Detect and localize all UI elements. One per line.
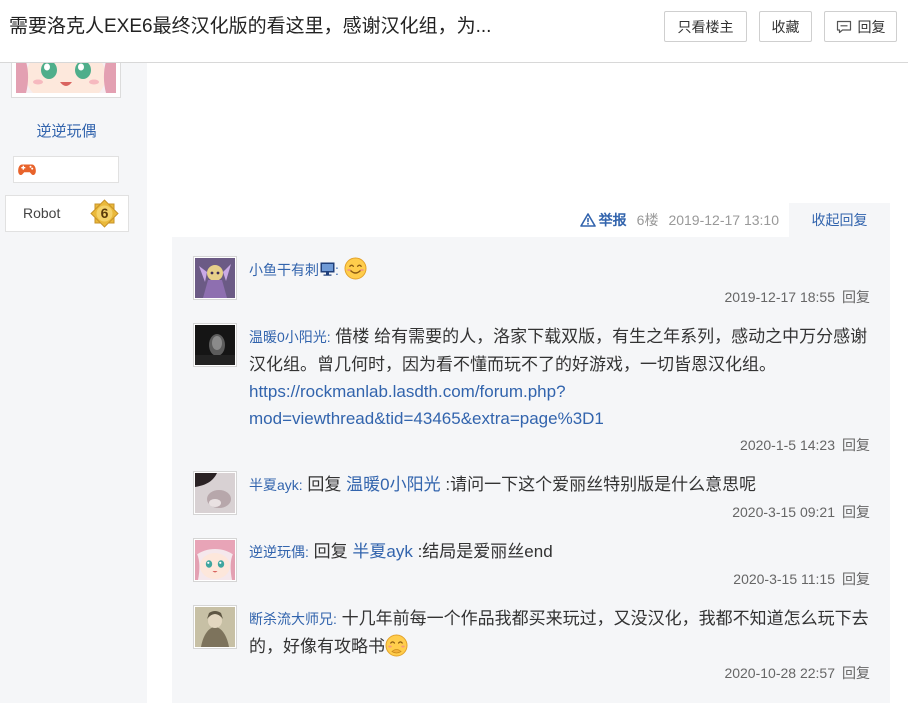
comment-reply-to[interactable]: 半夏ayk <box>352 542 412 561</box>
shy-emoji-icon <box>385 634 408 657</box>
user-group-box: Robot 6 <box>5 195 129 232</box>
comment-author[interactable]: 小鱼干有刺 <box>249 262 319 278</box>
list-item: 逆逆玩偶: 回复 半夏ayk :结局是爱丽丝end 2020-3-15 11:1… <box>193 538 870 592</box>
comment-link[interactable]: https://rockmanlab.lasdth.com/forum.php?… <box>249 378 870 432</box>
reply-button-label: 回复 <box>857 18 886 35</box>
favorite-button[interactable]: 收藏 <box>759 11 812 42</box>
gamepad-icon[interactable] <box>18 163 36 176</box>
author-sidebar: 逆逆玩偶 Robot 6 <box>0 63 147 703</box>
comment-reply-prefix: 回复 <box>307 475 342 494</box>
medal-box <box>13 156 119 183</box>
list-item: 断杀流大师兄: 十几年前每一个作品我都买来玩过，又没汉化，我都不知道怎么玩下去的… <box>193 605 870 686</box>
reply-button[interactable]: 回复 <box>824 11 897 42</box>
warning-icon <box>579 213 596 227</box>
comment-reply-to[interactable]: 温暖0小阳光 <box>346 475 440 494</box>
only-author-button[interactable]: 只看楼主 <box>664 11 747 42</box>
list-item: 温暖0小阳光: 借楼 给有需要的人，洛家下载双版，有生之年系列，感动之中万分感谢… <box>193 323 870 458</box>
comment-reply-link[interactable]: 回复 <box>842 289 870 305</box>
comment-list: 小鱼干有刺: 2019-12-17 18:55 回复 温暖0小阳光: 借楼 给有… <box>172 237 890 703</box>
comment-author-sep: : <box>326 329 331 345</box>
collapse-replies-button[interactable]: 收起回复 <box>789 203 890 237</box>
comment-reply-link[interactable]: 回复 <box>842 504 870 520</box>
avatar[interactable] <box>193 323 237 367</box>
comment-reply-link[interactable]: 回复 <box>842 665 870 681</box>
comment-meta: 2019-12-17 18:55 回复 <box>249 284 870 310</box>
author-username[interactable]: 逆逆玩偶 <box>0 120 133 144</box>
comment-body: 温暖0小阳光: 借楼 给有需要的人，洛家下载双版，有生之年系列，感动之中万分感谢… <box>249 323 870 458</box>
comment-body: 断杀流大师兄: 十几年前每一个作品我都买来玩过，又没汉化，我都不知道怎么玩下去的… <box>249 605 870 686</box>
comment-reply-link[interactable]: 回复 <box>842 437 870 453</box>
comment-author[interactable]: 半夏ayk <box>249 477 299 493</box>
comment-text: :请问一下这个爱丽丝特别版是什么意思呢 <box>445 475 757 494</box>
comment-author-sep: : <box>333 611 337 627</box>
user-group-name: Robot <box>23 205 61 221</box>
comment-author[interactable]: 断杀流大师兄 <box>249 611 333 627</box>
comment-meta: 2020-10-28 22:57 回复 <box>249 660 870 686</box>
comment-time: 2019-12-17 18:55 <box>724 289 835 305</box>
comment-author-sep: : <box>298 477 303 493</box>
avatar[interactable] <box>193 538 237 582</box>
user-level: 6 <box>100 205 109 221</box>
monitor-icon <box>320 262 335 276</box>
comment-time: 2020-10-28 22:57 <box>724 665 835 681</box>
smile-emoji-icon <box>344 257 367 280</box>
comment-time: 2020-1-5 14:23 <box>740 437 835 453</box>
comment-author[interactable]: 温暖0小阳光 <box>249 329 327 345</box>
post-time: 2019-12-17 13:10 <box>668 212 779 228</box>
comment-body: 小鱼干有刺: 2019-12-17 18:55 回复 <box>249 256 870 310</box>
report-label: 举报 <box>598 212 627 228</box>
report-link[interactable]: 举报 <box>579 210 627 230</box>
thread-title: 需要洛克人EXE6最终汉化版的看这里，感谢汉化组，为... <box>9 16 492 37</box>
comment-time: 2020-3-15 11:15 <box>733 571 835 587</box>
comment-text: 借楼 给有需要的人，洛家下载双版，有生之年系列，感动之中万分感谢汉化组。曾几何时… <box>249 327 868 374</box>
comment-text: 十几年前每一个作品我都买来玩过，又没汉化，我都不知道怎么玩下去的，好像有攻略书 <box>249 609 869 656</box>
comment-meta: 2020-3-15 09:21 回复 <box>249 499 870 525</box>
comment-text: :结局是爱丽丝end <box>417 542 553 561</box>
avatar[interactable] <box>193 256 237 300</box>
avatar[interactable] <box>193 605 237 649</box>
list-item: 半夏ayk: 回复 温暖0小阳光 :请问一下这个爱丽丝特别版是什么意思呢 202… <box>193 471 870 525</box>
comment-body: 半夏ayk: 回复 温暖0小阳光 :请问一下这个爱丽丝特别版是什么意思呢 202… <box>249 471 870 525</box>
comment-author-sep: : <box>305 544 309 560</box>
floor-number: 6楼 <box>636 212 659 228</box>
avatar[interactable] <box>193 471 237 515</box>
comment-author-sep: : <box>335 262 339 278</box>
author-avatar[interactable] <box>11 63 121 98</box>
comment-reply-prefix: 回复 <box>313 542 348 561</box>
post-meta: 举报 6楼 2019-12-17 13:10 <box>400 203 779 237</box>
comment-body: 逆逆玩偶: 回复 半夏ayk :结局是爱丽丝end 2020-3-15 11:1… <box>249 538 870 592</box>
comment-icon <box>836 20 852 34</box>
comment-reply-link[interactable]: 回复 <box>842 571 870 587</box>
comment-author[interactable]: 逆逆玩偶 <box>249 544 305 560</box>
thread-header: 需要洛克人EXE6最终汉化版的看这里，感谢汉化组，为... 只看楼主 收藏 回复 <box>0 0 908 63</box>
comment-time: 2020-3-15 09:21 <box>732 504 835 520</box>
comment-meta: 2020-3-15 11:15 回复 <box>249 566 870 592</box>
star-badge-icon: 6 <box>89 198 120 229</box>
comment-meta: 2020-1-5 14:23 回复 <box>249 432 870 458</box>
list-item: 小鱼干有刺: 2019-12-17 18:55 回复 <box>193 256 870 310</box>
